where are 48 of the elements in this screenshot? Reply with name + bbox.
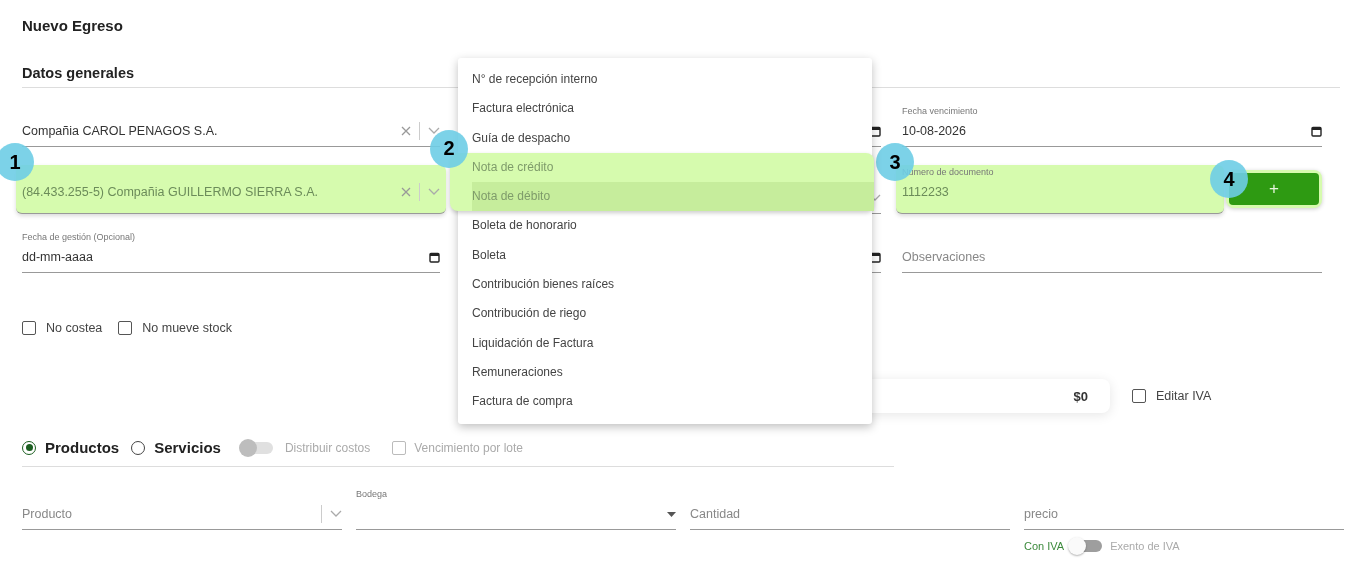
field-value: (84.433.255-5) Compañia GUILLERMO SIERRA S.A.	[22, 185, 318, 199]
checkbox[interactable]	[392, 440, 407, 455]
field-value: dd-mm-aaaa	[22, 250, 93, 264]
menu-item[interactable]: Contribución bienes raíces	[472, 270, 872, 300]
menu-item[interactable]: Liquidación de Factura	[472, 328, 872, 358]
field-value: 1112233	[902, 185, 949, 199]
annotation-badge: 1	[0, 143, 34, 181]
field-value: 10-08-2026	[902, 124, 966, 138]
calendar-icon[interactable]	[1311, 125, 1322, 137]
text-field[interactable]: precio	[1024, 489, 1344, 530]
toggle-option-label: Con IVA	[1024, 540, 1065, 552]
radio-label: Servicios	[154, 439, 221, 456]
radio-label: Productos	[45, 439, 120, 456]
text-field[interactable]: Observaciones	[902, 232, 1322, 273]
calendar-icon[interactable]	[429, 251, 440, 263]
page-title: Nuevo Egreso	[22, 17, 124, 36]
checkbox-label: No costea	[46, 321, 103, 335]
checkbox[interactable]	[1132, 389, 1146, 403]
caret-down-icon[interactable]	[667, 511, 676, 517]
field-placeholder: precio	[1024, 507, 1059, 521]
menu-item[interactable]: Guía de despacho	[472, 123, 872, 153]
field-label: Fecha de gestión (Opcional)	[22, 232, 136, 242]
field-value: Compañia CAROL PENAGOS S.A.	[22, 124, 218, 138]
toggle-label: Distribuir costos	[284, 440, 371, 455]
checkbox-label: No mueve stock	[142, 321, 232, 335]
annotation-badge: 2	[430, 129, 468, 168]
clear-icon[interactable]	[401, 126, 411, 136]
dropdown-field[interactable]: Bodega	[356, 489, 676, 530]
date-field[interactable]: Fecha de gestión (Opcional) dd-mm-aaaa	[22, 232, 440, 273]
menu-item[interactable]: Boleta de honorario	[472, 211, 872, 241]
text-field[interactable]: Cantidad	[690, 489, 1010, 530]
select-field[interactable]: Producto	[22, 489, 342, 530]
date-field[interactable]: Fecha vencimiento 10-08-2026	[902, 106, 1322, 147]
menu-item[interactable]: Factura electrónica	[472, 94, 872, 124]
field-label: Bodega	[356, 489, 388, 499]
checkbox-label: Vencimiento por lote	[414, 440, 523, 455]
checkbox-label: Editar IVA	[1156, 389, 1212, 403]
field-placeholder: Observaciones	[902, 250, 986, 264]
toggle-switch[interactable]	[242, 441, 273, 454]
annotation-badge: 4	[1210, 160, 1248, 198]
menu-item[interactable]: Contribución de riego	[472, 299, 872, 329]
field-placeholder: Cantidad	[690, 507, 741, 521]
field-placeholder: Producto	[22, 507, 73, 521]
toggle-option-label: Exento de IVA	[1110, 540, 1180, 552]
menu-item[interactable]: Boleta	[472, 240, 872, 271]
field-label: Fecha vencimiento	[902, 106, 978, 116]
checkbox[interactable]	[22, 321, 36, 335]
checkbox[interactable]	[118, 321, 133, 335]
